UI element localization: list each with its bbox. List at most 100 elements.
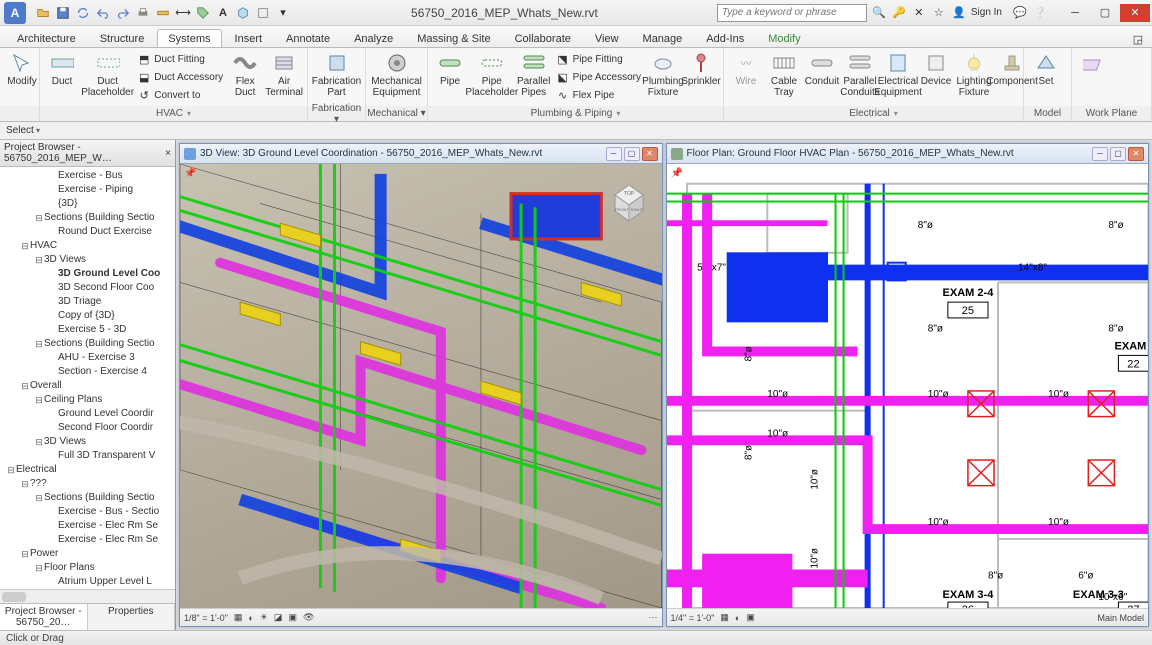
app-icon[interactable]: A	[4, 2, 26, 24]
hide-isolate-icon[interactable]: 👁	[303, 612, 314, 623]
crop2-icon[interactable]: ▣	[746, 612, 755, 623]
sprinkler-button[interactable]: Sprinkler	[683, 50, 719, 88]
tree-item[interactable]: Exercise - Elec Rm Se	[0, 533, 175, 547]
tree-item[interactable]: ⊟Sections (Building Sectio	[0, 337, 175, 351]
tab-systems[interactable]: Systems	[157, 29, 221, 47]
window-maximize-icon[interactable]: ▢	[1090, 4, 1120, 22]
view-scale[interactable]: 1/8" = 1'-0"	[184, 613, 228, 623]
tab-insert[interactable]: Insert	[224, 29, 274, 47]
tree-item[interactable]: ⊟Sections (Building Sectio	[0, 491, 175, 505]
signin-user-icon[interactable]: 👤	[951, 5, 967, 21]
tree-item[interactable]: ⊟Electrical	[0, 463, 175, 477]
duct-fitting-button[interactable]: ⬒Duct Fitting	[135, 50, 225, 68]
qat-redo-icon[interactable]	[114, 4, 132, 22]
parallel-conduits-button[interactable]: Parallel Conduits	[842, 50, 878, 99]
tree-item[interactable]: Exercise - Piping	[0, 183, 175, 197]
ribbon-expand-icon[interactable]: ◲	[1130, 31, 1146, 47]
tab-manage[interactable]: Manage	[632, 29, 694, 47]
duct-accessory-button[interactable]: ⬓Duct Accessory	[135, 68, 225, 86]
visual-style-icon[interactable]: ◐	[248, 613, 253, 623]
view-floorplan-titlebar[interactable]: Floor Plan: Ground Floor HVAC Plan - 567…	[667, 144, 1149, 164]
qat-print-icon[interactable]	[134, 4, 152, 22]
pipe-accessory-button[interactable]: ⬕Pipe Accessory	[554, 68, 643, 86]
tab-massing[interactable]: Massing & Site	[406, 29, 501, 47]
tree-item[interactable]: ⊟Power	[0, 547, 175, 561]
conduit-button[interactable]: Conduit	[804, 50, 840, 88]
workplane-show-button[interactable]	[1076, 50, 1112, 76]
view2-min-icon[interactable]: ─	[1092, 147, 1108, 161]
tree-item[interactable]: Section - Exercise 4	[0, 365, 175, 379]
tree-item[interactable]: Exercise 5 - 3D	[0, 323, 175, 337]
select-dropdown[interactable]: Select	[6, 125, 40, 136]
tree-item[interactable]: Copy of {3D}	[0, 309, 175, 323]
plumbing-fixture-button[interactable]: Plumbing Fixture	[645, 50, 681, 99]
view-close-icon[interactable]: ✕	[642, 147, 658, 161]
tree-item[interactable]: Ground Level Coordir	[0, 407, 175, 421]
qat-sync-icon[interactable]	[74, 4, 92, 22]
panel-mechanical-title[interactable]: Mechanical ▾	[366, 106, 427, 121]
tree-item[interactable]: 3D Ground Level Coo	[0, 267, 175, 281]
view2-max-icon[interactable]: ▢	[1110, 147, 1126, 161]
help-icon[interactable]: ❔	[1032, 5, 1048, 21]
pin-icon[interactable]: 📌	[184, 168, 196, 179]
lighting-fixture-button[interactable]: Lighting Fixture	[956, 50, 992, 99]
qat-thin-icon[interactable]: ▾	[274, 4, 292, 22]
infocenter-search-icon[interactable]: 🔍	[871, 5, 887, 21]
infocenter-star-icon[interactable]: ☆	[931, 5, 947, 21]
browser-hscroll[interactable]	[0, 589, 175, 603]
browser-close-icon[interactable]: ×	[165, 148, 171, 159]
convert-to-button[interactable]: ↺Convert to	[135, 86, 225, 104]
tree-item[interactable]: 3D Second Floor Coo	[0, 281, 175, 295]
tree-item[interactable]: Exercise - Elec Rm Se	[0, 519, 175, 533]
qat-dim-icon[interactable]: ⟷	[174, 4, 192, 22]
tree-item[interactable]: {3D}	[0, 197, 175, 211]
pipe-button[interactable]: Pipe	[432, 50, 468, 88]
viewcube[interactable]: TOP FRONT RIGHT	[602, 170, 656, 224]
tree-item[interactable]: ⊟3D Views	[0, 253, 175, 267]
tree-item[interactable]: ⊟Overall	[0, 379, 175, 393]
tab-annotate[interactable]: Annotate	[275, 29, 341, 47]
tree-item[interactable]: ⊟Ceiling Plans	[0, 393, 175, 407]
pipe-fitting-button[interactable]: ⬔Pipe Fitting	[554, 50, 643, 68]
view-3d-titlebar[interactable]: 3D View: 3D Ground Level Coordination - …	[180, 144, 662, 164]
browser-tab-project[interactable]: Project Browser - 56750_20…	[0, 604, 88, 630]
duct-button[interactable]: Duct	[44, 50, 80, 88]
tab-modify[interactable]: Modify	[757, 29, 811, 47]
air-terminal-button[interactable]: Air Terminal	[265, 50, 303, 99]
tab-collaborate[interactable]: Collaborate	[504, 29, 582, 47]
sun-path-icon[interactable]: ☀	[260, 612, 268, 623]
infocenter-key-icon[interactable]: 🔑	[891, 5, 907, 21]
tree-item[interactable]: ⊟HVAC	[0, 239, 175, 253]
tree-item[interactable]: Second Floor Coordir	[0, 421, 175, 435]
help-search-input[interactable]	[717, 4, 867, 22]
view-3d-canvas[interactable]: 📌	[180, 164, 662, 608]
panel-electrical-title[interactable]: Electrical▾	[724, 106, 1023, 121]
main-model-label[interactable]: Main Model	[1097, 613, 1144, 623]
panel-hvac-title[interactable]: HVAC▾	[40, 106, 307, 121]
tree-item[interactable]: Round Duct Exercise	[0, 225, 175, 239]
parallel-pipes-button[interactable]: Parallel Pipes	[516, 50, 552, 99]
duct-placeholder-button[interactable]: Duct Placeholder	[82, 50, 133, 99]
tab-view[interactable]: View	[584, 29, 630, 47]
flex-duct-button[interactable]: Flex Duct	[227, 50, 263, 99]
crop-icon[interactable]: ▣	[288, 612, 297, 623]
tab-addins[interactable]: Add-Ins	[695, 29, 755, 47]
view-max-icon[interactable]: ▢	[624, 147, 640, 161]
signin-label[interactable]: Sign In	[971, 7, 1002, 18]
browser-tab-properties[interactable]: Properties	[88, 604, 176, 630]
set-workplane-button[interactable]: Set	[1028, 50, 1064, 88]
device-button[interactable]: Device	[918, 50, 954, 88]
tree-item[interactable]: Full 3D Transparent V	[0, 449, 175, 463]
view2-close-icon[interactable]: ✕	[1128, 147, 1144, 161]
cable-tray-button[interactable]: Cable Tray	[766, 50, 802, 99]
qat-measure-icon[interactable]	[154, 4, 172, 22]
detail-level-icon[interactable]: ▦	[234, 612, 243, 623]
infocenter-exchange-icon[interactable]: ✕	[911, 5, 927, 21]
qat-undo-icon[interactable]	[94, 4, 112, 22]
tree-item[interactable]: ⊟Floor Plans	[0, 561, 175, 575]
pipe-placeholder-button[interactable]: Pipe Placeholder	[470, 50, 514, 99]
tree-item[interactable]: ⊟3D Views	[0, 435, 175, 449]
tree-item[interactable]: Exercise - Bus - Sectio	[0, 505, 175, 519]
qat-tag-icon[interactable]	[194, 4, 212, 22]
visual2-icon[interactable]: ◐	[735, 613, 740, 623]
